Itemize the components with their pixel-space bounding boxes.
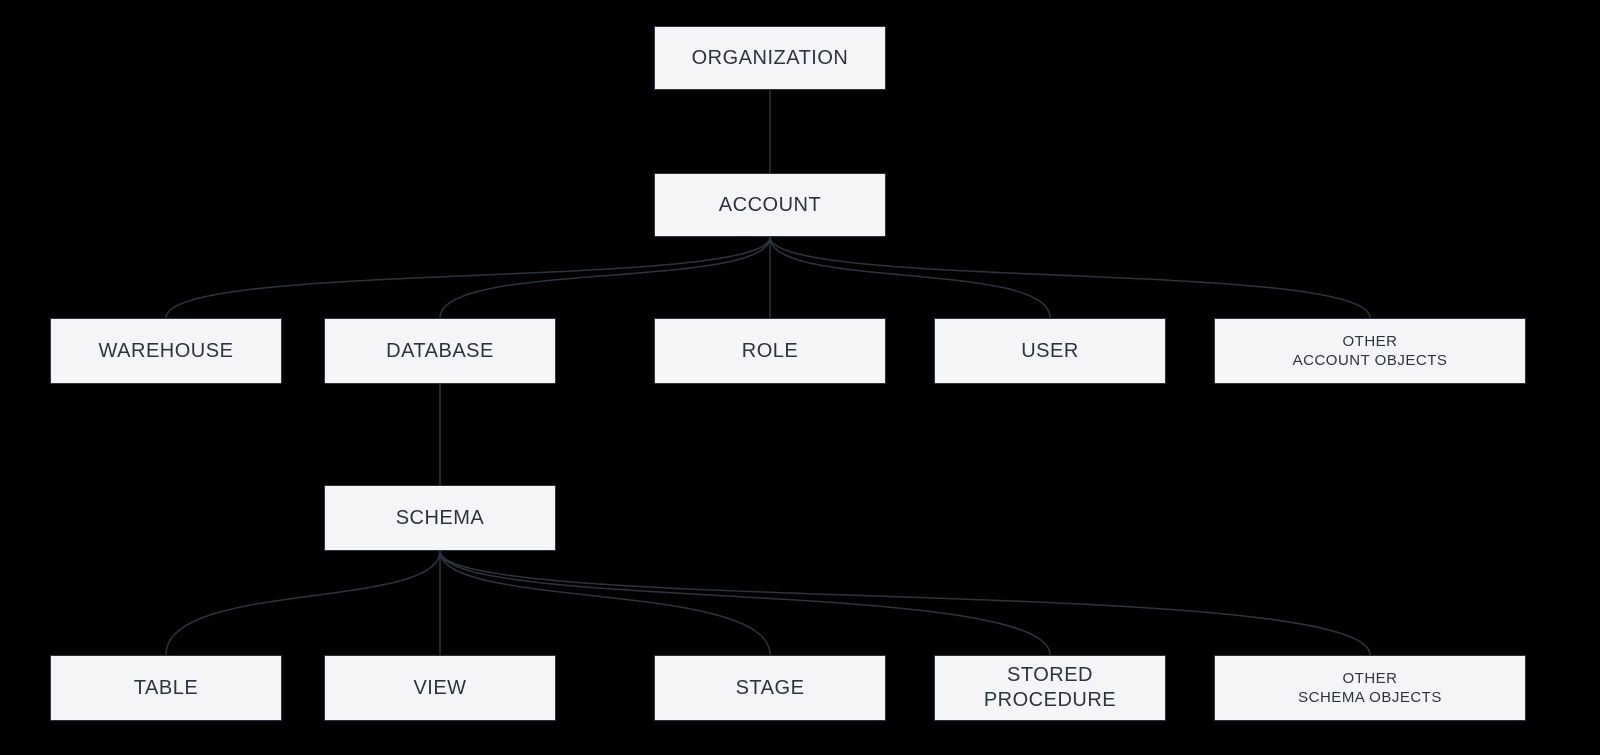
- node-stage: STAGE: [654, 655, 886, 721]
- node-warehouse-label: WAREHOUSE: [99, 339, 234, 364]
- node-stored-procedure-label: STORED PROCEDURE: [984, 663, 1116, 713]
- node-database: DATABASE: [324, 318, 556, 384]
- node-role-label: ROLE: [742, 339, 798, 364]
- node-account-label: ACCOUNT: [719, 193, 821, 218]
- node-table-label: TABLE: [134, 676, 198, 701]
- node-view: VIEW: [324, 655, 556, 721]
- node-stored-procedure: STORED PROCEDURE: [934, 655, 1166, 721]
- node-user: USER: [934, 318, 1166, 384]
- node-other-schema-objects: OTHER SCHEMA OBJECTS: [1214, 655, 1526, 721]
- node-schema: SCHEMA: [324, 485, 556, 551]
- node-organization: ORGANIZATION: [654, 26, 886, 90]
- node-other-schema-label: OTHER SCHEMA OBJECTS: [1298, 669, 1442, 708]
- node-role: ROLE: [654, 318, 886, 384]
- node-table: TABLE: [50, 655, 282, 721]
- node-view-label: VIEW: [413, 676, 466, 701]
- node-schema-label: SCHEMA: [396, 506, 485, 531]
- node-other-account-label: OTHER ACCOUNT OBJECTS: [1293, 332, 1448, 371]
- node-account: ACCOUNT: [654, 173, 886, 237]
- node-stage-label: STAGE: [736, 676, 805, 701]
- node-warehouse: WAREHOUSE: [50, 318, 282, 384]
- node-database-label: DATABASE: [386, 339, 494, 364]
- node-user-label: USER: [1021, 339, 1079, 364]
- node-other-account-objects: OTHER ACCOUNT OBJECTS: [1214, 318, 1526, 384]
- hierarchy-diagram: ORGANIZATION ACCOUNT WAREHOUSE DATABASE …: [0, 0, 1600, 755]
- node-organization-label: ORGANIZATION: [692, 46, 849, 71]
